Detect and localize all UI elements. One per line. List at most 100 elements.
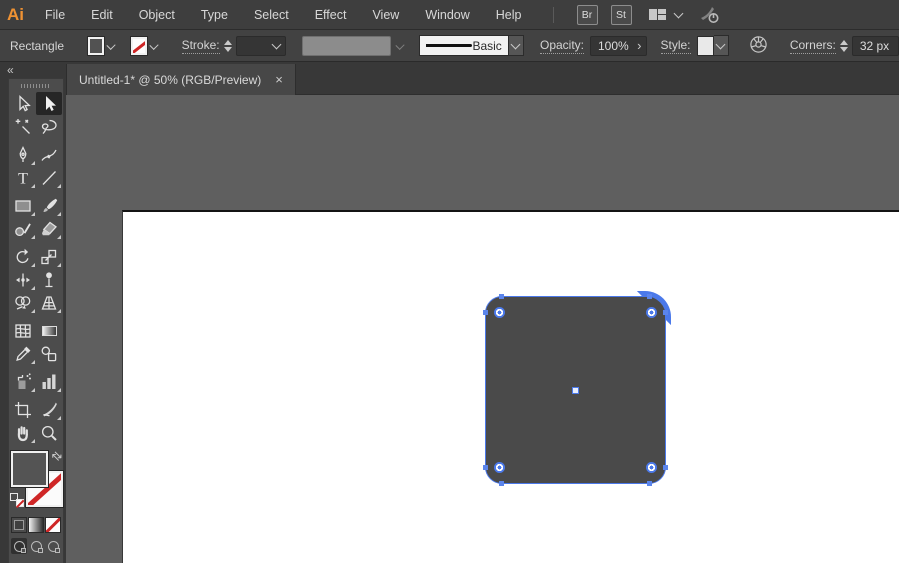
- color-button[interactable]: [11, 517, 27, 533]
- fill-chevron-icon[interactable]: [107, 41, 116, 50]
- none-button[interactable]: [45, 517, 61, 533]
- opacity-label[interactable]: Opacity:: [540, 38, 584, 54]
- style-chevron-button[interactable]: [714, 35, 729, 56]
- mesh-tool[interactable]: [10, 319, 36, 342]
- menu-object[interactable]: Object: [126, 8, 188, 22]
- anchor-point[interactable]: [499, 294, 504, 299]
- context-label: Rectangle: [10, 39, 64, 53]
- paint-buttons-row: [9, 511, 63, 533]
- swap-fill-stroke-icon[interactable]: ⇄: [48, 447, 65, 464]
- flyout-indicator: [31, 309, 35, 313]
- corner-widget[interactable]: [494, 307, 505, 318]
- pen-tool[interactable]: [10, 143, 36, 166]
- slice-tool[interactable]: [36, 398, 62, 421]
- collapse-panel-button[interactable]: «: [7, 63, 13, 77]
- type-tool[interactable]: T: [10, 166, 36, 189]
- stroke-color-swatch[interactable]: [131, 37, 147, 55]
- illustrator-window: { "menubar": { "logo": "Ai", "menus": ["…: [0, 0, 899, 563]
- draw-behind-button[interactable]: [28, 538, 44, 554]
- anchor-point[interactable]: [483, 310, 488, 315]
- shape-builder-tool[interactable]: [10, 291, 36, 314]
- draw-inside-button[interactable]: [45, 538, 61, 554]
- corner-widget[interactable]: [646, 462, 657, 473]
- anchor-point[interactable]: [499, 481, 504, 486]
- canvas-pasteboard[interactable]: [66, 95, 899, 563]
- hand-tool[interactable]: [10, 421, 36, 444]
- magic-wand-tool[interactable]: [10, 115, 36, 138]
- flyout-indicator: [31, 360, 35, 364]
- stroke-weight-stepper[interactable]: [224, 40, 232, 52]
- menu-view[interactable]: View: [359, 8, 412, 22]
- line-segment-tool[interactable]: [36, 166, 62, 189]
- flyout-indicator: [31, 235, 35, 239]
- gradient-tool[interactable]: [36, 319, 62, 342]
- eyedropper-tool[interactable]: [10, 342, 36, 365]
- document-tab[interactable]: Untitled-1* @ 50% (RGB/Preview) ×: [66, 64, 296, 95]
- menu-items: FileEditObjectTypeSelectEffectViewWindow…: [32, 0, 535, 30]
- stroke-weight-dropdown[interactable]: [236, 36, 287, 56]
- paintbrush-tool[interactable]: [36, 194, 62, 217]
- direct-selection-tool[interactable]: [36, 92, 62, 115]
- close-tab-icon[interactable]: ×: [275, 73, 283, 86]
- default-fill-stroke-icon[interactable]: [10, 493, 24, 507]
- perspective-grid-tool[interactable]: [36, 291, 62, 314]
- selection-tool[interactable]: [10, 92, 36, 115]
- menu-type[interactable]: Type: [188, 8, 241, 22]
- menu-select[interactable]: Select: [241, 8, 302, 22]
- recolor-artwork-icon[interactable]: [749, 35, 768, 57]
- stroke-weight-label[interactable]: Stroke:: [182, 38, 220, 54]
- eraser-tool[interactable]: [36, 217, 62, 240]
- width-tool[interactable]: [10, 268, 36, 291]
- zoom-tool[interactable]: [36, 421, 62, 444]
- sync-settings-icon[interactable]: [698, 5, 724, 25]
- corner-widget[interactable]: [494, 462, 505, 473]
- shaper-tool[interactable]: [10, 217, 36, 240]
- scale-tool[interactable]: [36, 245, 62, 268]
- anchor-point[interactable]: [647, 481, 652, 486]
- corners-stepper[interactable]: [840, 40, 848, 52]
- style-label[interactable]: Style:: [661, 38, 691, 54]
- stock-button[interactable]: St: [611, 5, 632, 25]
- puppet-warp-tool[interactable]: [36, 268, 62, 291]
- artboard-tool[interactable]: [10, 398, 36, 421]
- anchor-point[interactable]: [483, 465, 488, 470]
- stroke-chevron-icon[interactable]: [150, 41, 159, 50]
- menu-edit[interactable]: Edit: [78, 8, 126, 22]
- lasso-tool[interactable]: [36, 115, 62, 138]
- menubar-divider: [553, 7, 554, 23]
- menu-help[interactable]: Help: [483, 8, 535, 22]
- panel-grip[interactable]: [21, 84, 51, 88]
- svg-text:T: T: [18, 170, 28, 187]
- graphic-style-swatch[interactable]: [697, 36, 714, 56]
- chevron-down-icon[interactable]: [674, 8, 684, 18]
- menu-file[interactable]: File: [32, 8, 78, 22]
- corner-widget[interactable]: [646, 307, 657, 318]
- curvature-tool[interactable]: [36, 143, 62, 166]
- center-point[interactable]: [572, 387, 579, 394]
- fill-proxy-swatch[interactable]: [11, 451, 48, 487]
- corners-label[interactable]: Corners:: [790, 38, 836, 54]
- workspace-switcher-icon[interactable]: [649, 9, 667, 21]
- control-options-bar: Rectangle Stroke: Basic Opacity: 100% › …: [0, 30, 899, 62]
- document-tab-bar: Untitled-1* @ 50% (RGB/Preview) ×: [66, 62, 899, 95]
- gradient-button[interactable]: [28, 517, 44, 533]
- blend-tool[interactable]: [36, 342, 62, 365]
- bridge-button[interactable]: Br: [577, 5, 598, 25]
- rectangle-tool[interactable]: [10, 194, 36, 217]
- rotate-tool[interactable]: [10, 245, 36, 268]
- column-graph-tool[interactable]: [36, 370, 62, 393]
- corners-field[interactable]: 32 px: [852, 36, 899, 56]
- fill-color-swatch[interactable]: [88, 37, 104, 55]
- brush-definition-dropdown[interactable]: Basic: [419, 35, 508, 56]
- anchor-point[interactable]: [647, 294, 652, 299]
- anchor-point[interactable]: [663, 465, 668, 470]
- menu-effect[interactable]: Effect: [302, 8, 360, 22]
- symbol-sprayer-tool[interactable]: [10, 370, 36, 393]
- opacity-field[interactable]: 100% ›: [590, 36, 647, 56]
- selected-rounded-rectangle[interactable]: [485, 296, 666, 484]
- draw-normal-button[interactable]: [11, 538, 27, 554]
- anchor-point[interactable]: [663, 310, 668, 315]
- opacity-menu-arrow[interactable]: ›: [637, 38, 641, 53]
- brush-chevron-button[interactable]: [509, 35, 524, 56]
- menu-window[interactable]: Window: [412, 8, 482, 22]
